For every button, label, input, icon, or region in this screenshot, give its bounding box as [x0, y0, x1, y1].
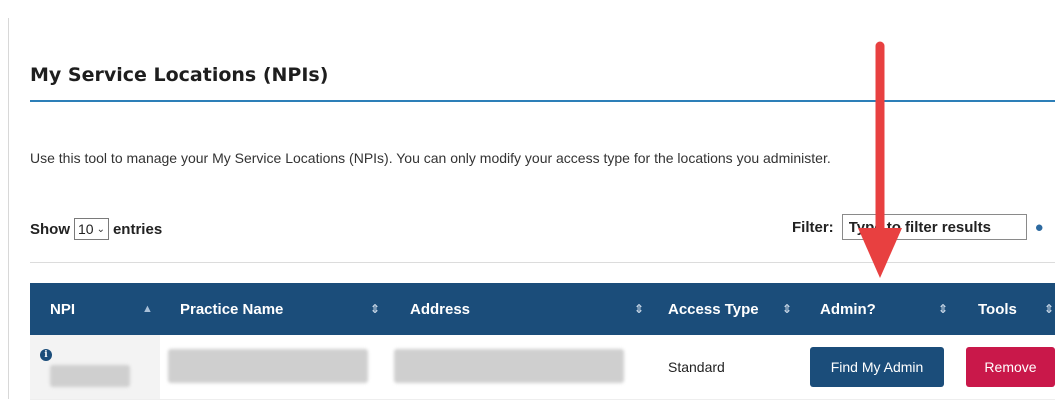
th-npi-label: NPI [50, 300, 76, 318]
show-entries-control: Show 10 ⌄ entries [30, 218, 162, 240]
entries-label: entries [112, 220, 163, 238]
remove-button[interactable]: Remove [966, 347, 1055, 387]
npi-redacted [50, 365, 130, 387]
info-icon[interactable]: i [40, 349, 52, 361]
filter-input[interactable] [841, 214, 1027, 240]
th-tools-label: Tools [978, 300, 1017, 318]
th-npi[interactable]: NPI [50, 283, 75, 335]
annotation-arrow [858, 41, 902, 278]
title-divider [30, 100, 1055, 102]
filter-help-icon[interactable]: ● [1035, 219, 1044, 236]
practice-name-redacted [168, 349, 368, 383]
table-header: NPI ▲ Practice Name ⇕ Address ⇕ Access T… [30, 283, 1055, 335]
page-title: My Service Locations (NPIs) [30, 64, 329, 86]
chevron-down-icon: ⌄ [96, 223, 105, 235]
th-access-type-label: Access Type [668, 300, 759, 318]
th-practice-name-label: Practice Name [180, 300, 284, 318]
sort-npi-icon[interactable]: ▲ [142, 283, 153, 335]
left-border [8, 18, 9, 399]
find-my-admin-button[interactable]: Find My Admin [810, 347, 944, 387]
th-address-label: Address [410, 300, 471, 318]
table-row: i Standard Find My Admin Remove [30, 335, 1055, 400]
sort-practice-name-icon[interactable]: ⇕ [370, 283, 380, 335]
description-text: Use this tool to manage your My Service … [30, 150, 831, 166]
th-tools: Tools [978, 283, 1017, 335]
sort-admin-icon[interactable]: ⇕ [938, 283, 948, 335]
filter-control: Filter: ● [792, 214, 1044, 240]
th-admin[interactable]: Admin? [820, 283, 876, 335]
entries-select[interactable]: 10 ⌄ [74, 218, 109, 240]
sort-access-type-icon[interactable]: ⇕ [782, 283, 792, 335]
table-divider [30, 262, 1055, 263]
entries-select-value: 10 [78, 221, 94, 237]
th-address[interactable]: Address [410, 283, 470, 335]
access-type-value: Standard [668, 359, 725, 375]
filter-label: Filter: [792, 218, 834, 236]
sort-tools-icon[interactable]: ⇕ [1044, 283, 1054, 335]
sort-address-icon[interactable]: ⇕ [634, 283, 644, 335]
th-practice-name[interactable]: Practice Name [180, 283, 283, 335]
address-redacted [394, 349, 624, 383]
show-label: Show [30, 220, 70, 238]
th-admin-label: Admin? [820, 300, 876, 318]
th-access-type[interactable]: Access Type [668, 283, 759, 335]
